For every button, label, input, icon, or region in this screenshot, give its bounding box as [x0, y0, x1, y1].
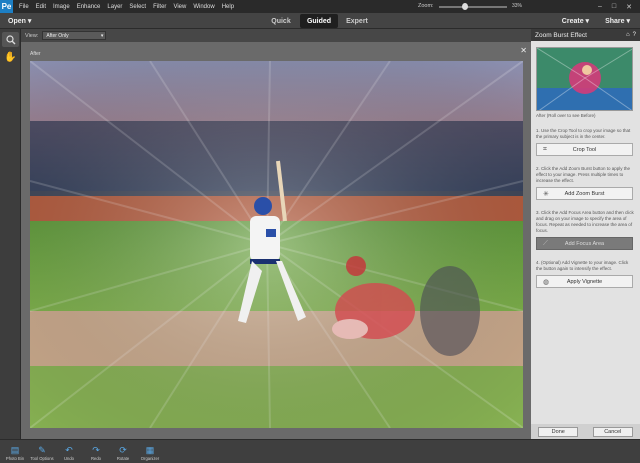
zoom-slider[interactable] — [439, 6, 507, 8]
zoom-tool-icon[interactable] — [2, 32, 19, 47]
redo-button[interactable]: ↷ Redo — [83, 445, 109, 463]
app-logo: Pe — [0, 0, 13, 13]
add-zoom-burst-button[interactable]: ✳ Add Zoom Burst — [536, 187, 633, 200]
create-label: Create — [561, 17, 584, 25]
photo-canvas[interactable] — [30, 61, 523, 428]
zoom-value: 33% — [512, 3, 523, 9]
mode-tabs: Quick Guided Expert — [262, 14, 376, 28]
close-icon[interactable]: ✕ — [520, 46, 527, 55]
panel-title: Zoom Burst Effect — [535, 31, 587, 39]
view-select[interactable]: After Only ▾ — [42, 31, 107, 40]
photo-bin-button[interactable]: ▤ Photo Bin — [2, 445, 28, 463]
menu-layer[interactable]: Layer — [107, 4, 122, 10]
menu-select[interactable]: Select — [129, 4, 146, 10]
undo-label: Undo — [63, 456, 74, 461]
organizer-button[interactable]: ▦ Organizer — [137, 445, 163, 463]
thumbnail-caption: After (Roll over to see Before) — [536, 113, 596, 118]
add-focus-area-button[interactable]: ⟋ Add Focus Area — [536, 237, 633, 250]
rotate-label: Rotate — [116, 456, 130, 461]
minimize-button[interactable]: – — [598, 3, 602, 11]
crop-tool-label: Crop Tool — [572, 146, 597, 153]
before-after-thumbnail[interactable] — [536, 47, 633, 111]
toolbox: ✋ — [0, 29, 21, 439]
menu-view[interactable]: View — [173, 4, 186, 10]
zoom-label: Zoom: — [418, 3, 434, 9]
add-zoom-burst-label: Add Zoom Burst — [564, 190, 605, 197]
menu-help[interactable]: Help — [222, 4, 234, 10]
view-select-value: After Only — [46, 32, 69, 39]
tool-options-button[interactable]: ✎ Tool Options — [29, 445, 55, 463]
open-label: Open — [8, 17, 26, 25]
menu-bar: Pe File Edit Image Enhance Layer Select … — [0, 0, 640, 13]
zoom-burst-photo — [30, 61, 523, 428]
tool-options-label: Tool Options — [30, 456, 54, 461]
menu-filter[interactable]: Filter — [153, 4, 166, 10]
step-4-text: 4. (Optional) Add Vignette to your image… — [536, 260, 629, 271]
view-bar: View: After Only ▾ — [21, 29, 531, 42]
photo-bin-icon: ▤ — [10, 445, 20, 455]
step-2-text: 2. Click the Add Zoom Burst button to ap… — [536, 166, 631, 183]
redo-icon: ↷ — [92, 445, 100, 455]
menu-window[interactable]: Window — [193, 4, 214, 10]
chevron-down-icon: ▾ — [100, 32, 104, 39]
window-controls: – □ ✕ — [598, 3, 640, 11]
chevron-down-icon: ▾ — [585, 17, 590, 25]
organizer-icon: ▦ — [145, 445, 155, 455]
undo-icon: ↶ — [65, 445, 73, 455]
guided-panel: Zoom Burst Effect ⌂ ? After (Roll over t… — [531, 29, 640, 439]
bottom-bar: ▤ Photo Bin ✎ Tool Options ↶ Undo ↷ Redo… — [0, 439, 640, 463]
tool-options-icon: ✎ — [38, 445, 46, 455]
rotate-button[interactable]: ⟳ Rotate — [110, 445, 136, 463]
close-window-button[interactable]: ✕ — [626, 3, 632, 11]
mode-bar: Open ▾ Quick Guided Expert Create ▾ Shar… — [0, 13, 640, 29]
vignette-icon: ◍ — [543, 279, 550, 286]
menu-image[interactable]: Image — [53, 4, 70, 10]
redo-label: Redo — [90, 456, 101, 461]
right-actions: Create ▾ Share ▾ — [562, 17, 640, 25]
apply-vignette-label: Apply Vignette — [566, 278, 603, 285]
after-label: After — [30, 51, 41, 57]
view-label: View: — [25, 32, 39, 39]
burst-icon: ✳ — [543, 191, 549, 198]
tab-expert[interactable]: Expert — [338, 14, 376, 28]
share-button[interactable]: Share ▾ — [605, 17, 630, 25]
add-focus-area-label: Add Focus Area — [564, 240, 605, 247]
help-icon[interactable]: ? — [633, 32, 636, 38]
step-3-text: 3. Click the Add Focus Area button and t… — [536, 210, 634, 233]
maximize-button[interactable]: □ — [612, 3, 616, 11]
open-button[interactable]: Open ▾ — [8, 17, 31, 25]
crop-icon: ⌗ — [543, 146, 547, 153]
panel-header-icons: ⌂ ? — [626, 32, 640, 38]
step-1-text: 1. Use the Crop Tool to crop your image … — [536, 128, 631, 139]
panel-header: Zoom Burst Effect ⌂ ? — [531, 29, 640, 41]
tab-guided[interactable]: Guided — [300, 14, 338, 28]
panel-footer: Done Cancel — [531, 424, 640, 439]
cancel-button[interactable]: Cancel — [592, 426, 633, 437]
apply-vignette-button[interactable]: ◍ Apply Vignette — [536, 275, 633, 288]
hand-tool-icon[interactable]: ✋ — [2, 50, 19, 65]
rotate-icon: ⟳ — [119, 445, 127, 455]
photo-bin-label: Photo Bin — [5, 456, 25, 461]
crop-tool-button[interactable]: ⌗ Crop Tool — [536, 143, 633, 156]
menu-enhance[interactable]: Enhance — [77, 4, 101, 10]
menu-edit[interactable]: Edit — [36, 4, 46, 10]
undo-button[interactable]: ↶ Undo — [56, 445, 82, 463]
done-button[interactable]: Done — [538, 426, 579, 437]
tab-quick[interactable]: Quick — [262, 14, 300, 28]
share-label: Share — [605, 17, 625, 25]
thumbnail-image — [537, 48, 632, 110]
menu-file[interactable]: File — [19, 4, 29, 10]
chevron-down-icon: ▾ — [626, 17, 630, 25]
organizer-label: Organizer — [140, 456, 160, 461]
canvas-area: After ✕ — [21, 42, 531, 439]
home-icon[interactable]: ⌂ — [626, 32, 630, 38]
zoom-slider-handle[interactable] — [462, 3, 468, 10]
chevron-down-icon: ▾ — [27, 17, 32, 25]
create-button[interactable]: Create ▾ — [562, 17, 589, 25]
focus-icon: ⟋ — [543, 240, 548, 247]
